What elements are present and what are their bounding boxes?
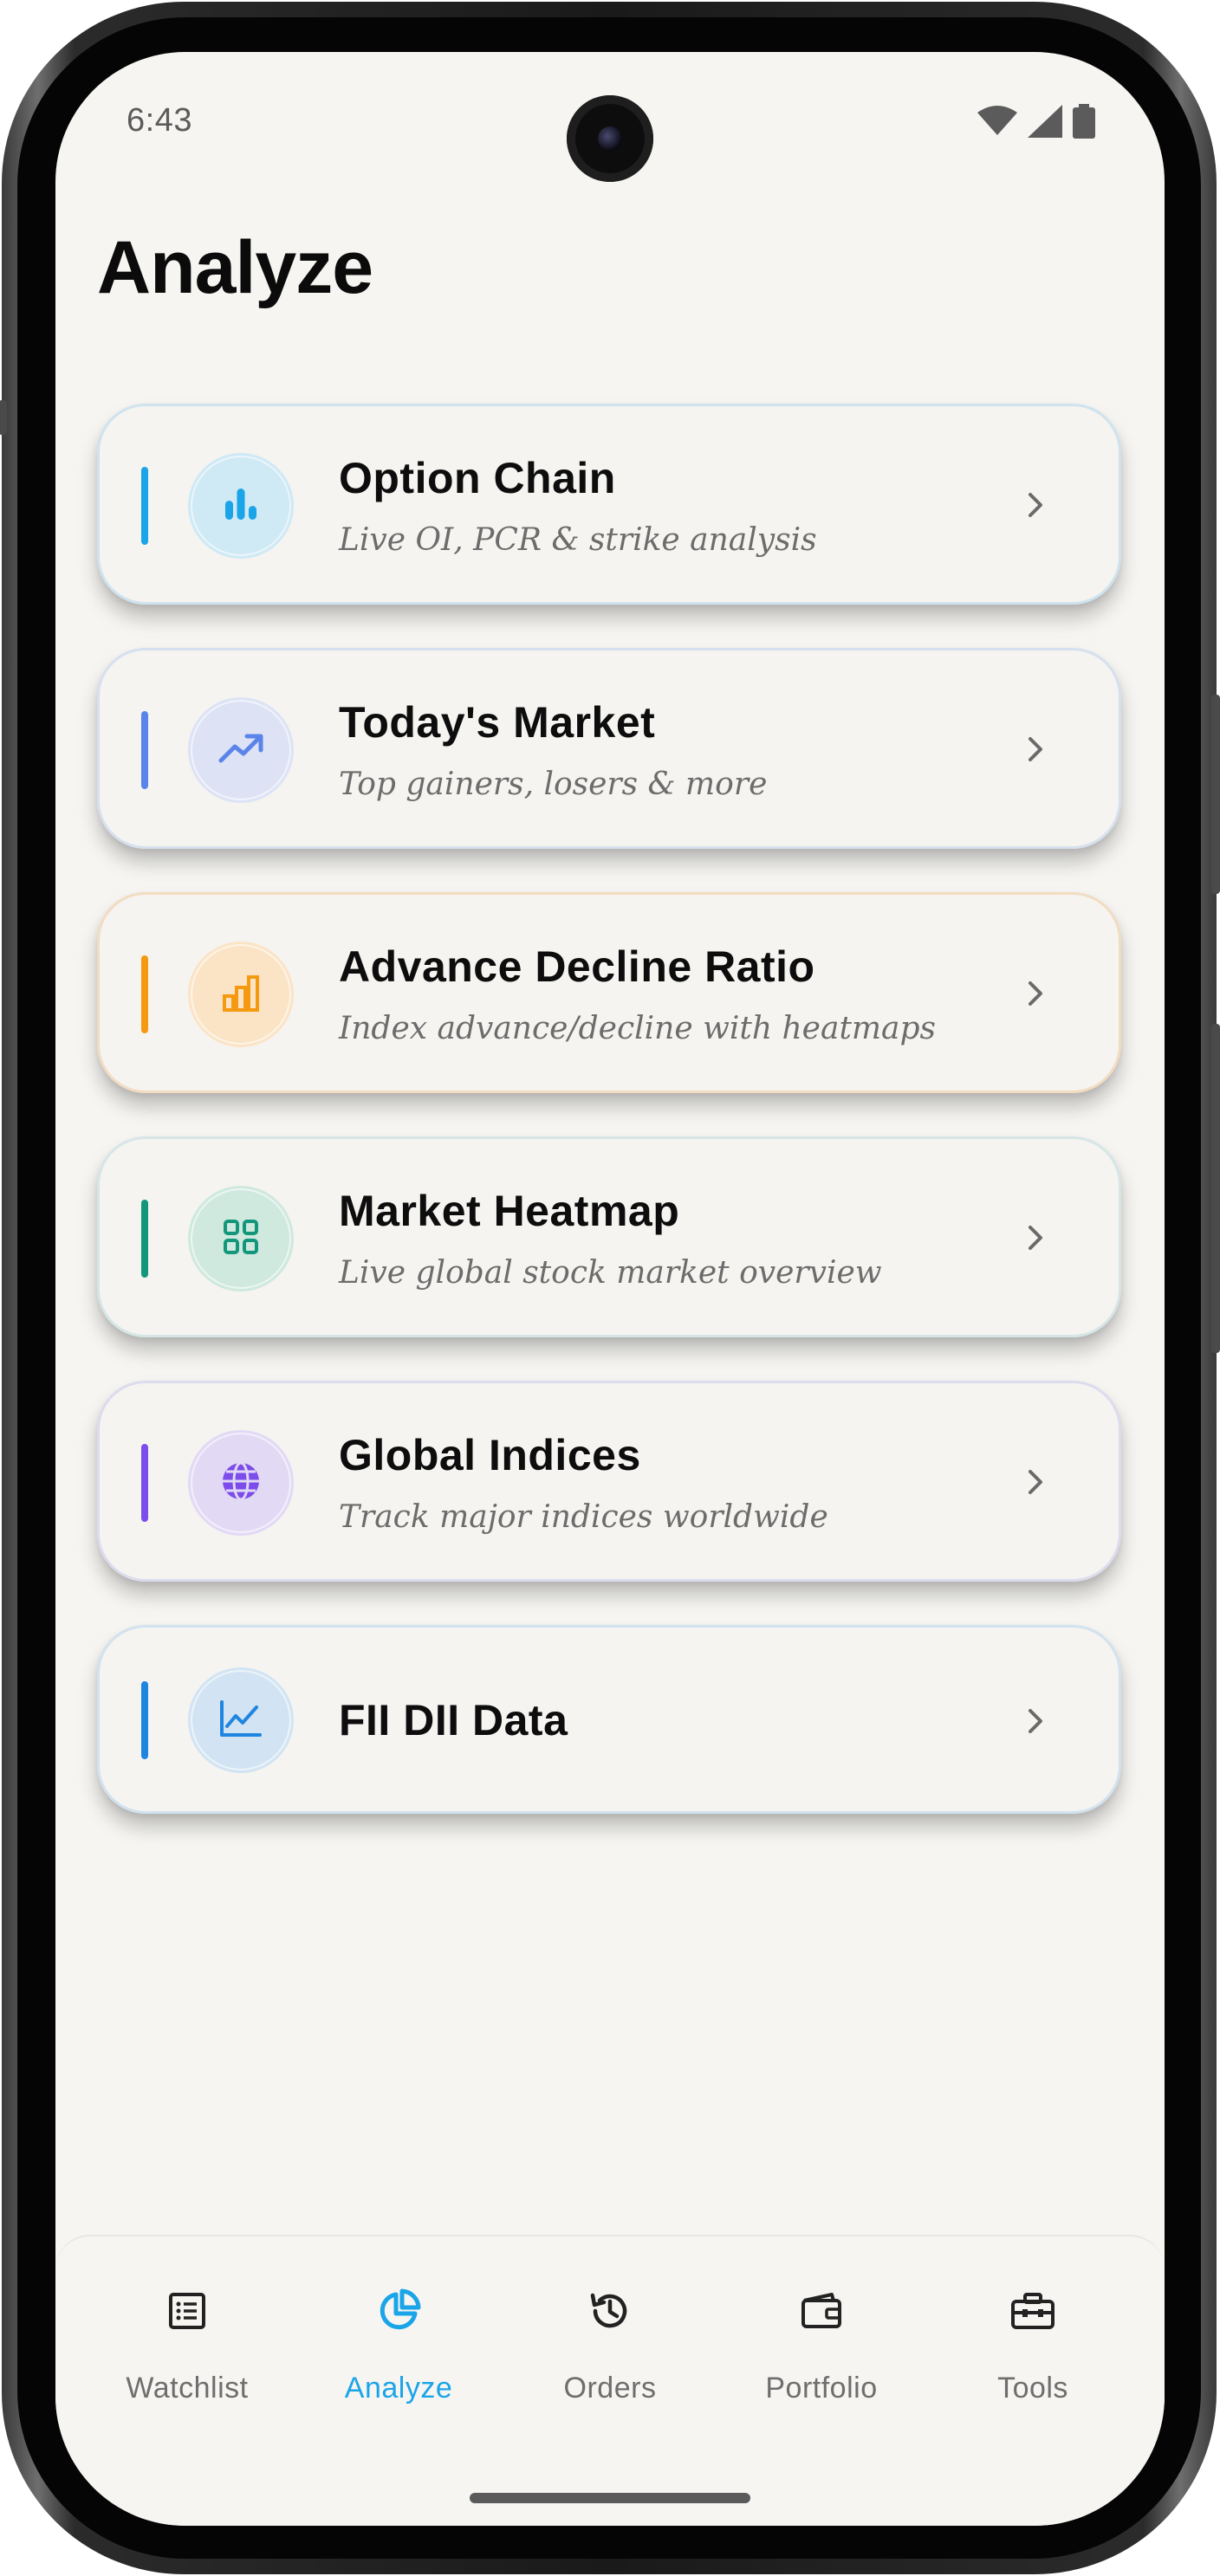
chevron-right-icon [1018,732,1053,767]
side-button [0,400,7,435]
chevron-right-icon [1018,1465,1053,1499]
battery-icon [1073,104,1095,143]
wifi-icon [977,106,1017,141]
card-title: Option Chain [339,454,616,502]
card-subtitle: Index advance/decline with heatmaps [339,1011,937,1046]
card-subtitle: Live global stock market overview [339,1255,882,1291]
card-title: Market Heatmap [339,1187,680,1235]
pie-chart-icon [373,2285,425,2337]
nav-watchlist[interactable]: Watchlist [92,2285,282,2424]
volume-button [1211,1024,1220,1353]
chevron-right-icon [1018,976,1053,1011]
globe-icon [219,1460,263,1507]
trending-up-icon [217,731,264,770]
todays-market-card[interactable]: Today's Market Top gainers, losers & mor… [97,648,1121,849]
nav-orders[interactable]: Orders [515,2285,705,2424]
global-indices-card[interactable]: Global Indices Track major indices world… [97,1381,1121,1582]
power-button [1211,695,1220,894]
icon-badge [188,1430,294,1536]
status-icons [977,104,1095,143]
icon-badge [188,1667,294,1773]
nav-analyze[interactable]: Analyze [303,2285,494,2424]
toolbox-icon [1007,2285,1059,2337]
card-title: Global Indices [339,1431,641,1479]
nav-label: Tools [997,2372,1068,2404]
status-time: 6:43 [127,102,192,139]
advance-decline-card[interactable]: Advance Decline Ratio Index advance/decl… [97,892,1121,1093]
wallet-icon [795,2285,847,2337]
card-subtitle: Track major indices worldwide [339,1499,828,1535]
accent-bar [141,1200,148,1278]
rising-bars-icon [220,972,262,1018]
card-title: FII DII Data [339,1696,568,1744]
icon-badge [188,697,294,803]
screen: 6:43 Analyze Option Chain Live OI, PCR &… [55,52,1165,2526]
nav-portfolio[interactable]: Portfolio [726,2285,917,2424]
line-chart-icon [218,1699,263,1743]
card-title: Today's Market [339,698,656,747]
card-subtitle: Live OI, PCR & strike analysis [339,522,817,558]
chevron-right-icon [1018,1704,1053,1738]
page-title: Analyze [97,226,373,309]
fii-dii-card[interactable]: FII DII Data [97,1625,1121,1814]
card-subtitle: Top gainers, losers & more [339,767,768,802]
list-icon [161,2285,213,2337]
market-heatmap-card[interactable]: Market Heatmap Live global stock market … [97,1136,1121,1337]
icon-badge [188,1186,294,1291]
card-title: Advance Decline Ratio [339,942,815,991]
accent-bar [141,1681,148,1759]
option-chain-card[interactable]: Option Chain Live OI, PCR & strike analy… [97,404,1121,605]
chevron-right-icon [1018,488,1053,522]
phone-frame: 6:43 Analyze Option Chain Live OI, PCR &… [0,2,1220,2574]
accent-bar [141,711,148,789]
chevron-right-icon [1018,1220,1053,1255]
accent-bar [141,1444,148,1522]
bottom-nav: Watchlist Analyze Orders Portfolio Tools [55,2235,1165,2526]
nav-label: Watchlist [126,2372,249,2404]
front-camera [567,95,653,182]
home-indicator[interactable] [470,2493,750,2503]
nav-label: Portfolio [765,2372,878,2404]
bar-chart-icon [222,485,260,527]
nav-tools[interactable]: Tools [938,2285,1128,2424]
accent-bar [141,467,148,545]
history-icon [584,2285,636,2337]
icon-badge [188,942,294,1047]
icon-badge [188,453,294,559]
status-bar: 6:43 [55,52,1165,191]
nav-label: Orders [563,2372,657,2404]
signal-icon [1028,105,1062,142]
accent-bar [141,955,148,1033]
grid-icon [222,1218,260,1260]
nav-label: Analyze [344,2372,453,2404]
